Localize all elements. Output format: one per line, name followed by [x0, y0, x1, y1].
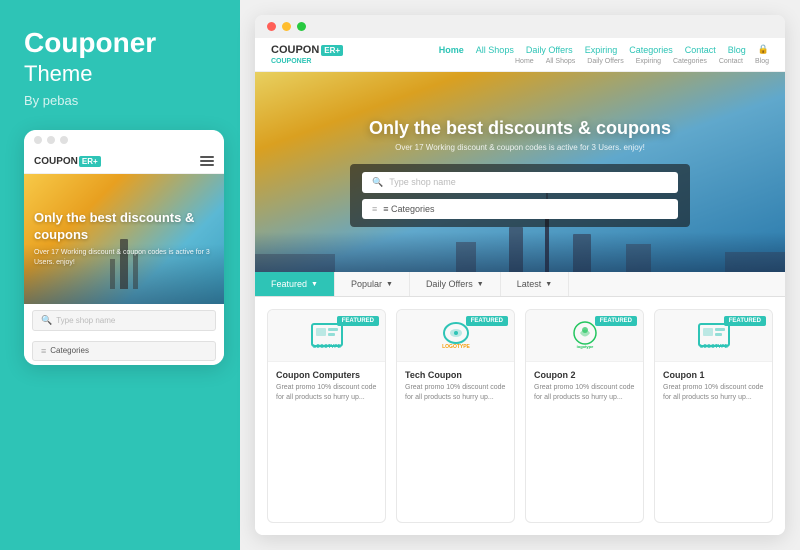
- card-3-desc: Great promo 10% discount code for all pr…: [534, 383, 635, 403]
- desktop-hero: Only the best discounts & coupons Over 1…: [255, 72, 785, 272]
- card-1-image: LOGOTYPE FEATURED: [268, 310, 385, 362]
- desktop-logo: COUPON ER+: [271, 44, 343, 56]
- titlebar-dot-red: [267, 22, 276, 31]
- titlebar-dot-green: [297, 22, 306, 31]
- theme-title: Couponer: [24, 28, 216, 59]
- nav-links-group: Home All Shops Daily Offers Expiring Cat…: [439, 44, 769, 65]
- coupon-card-4: LOGOTYPE FEATURED Coupon 1 Great promo 1…: [654, 309, 773, 523]
- mobile-dot-1: [34, 136, 42, 144]
- nav-sub-contact: Contact: [719, 58, 743, 65]
- card-4-desc: Great promo 10% discount code for all pr…: [663, 383, 764, 403]
- card-3-title: Coupon 2: [534, 370, 635, 380]
- svg-text:LOGOTYPE: LOGOTYPE: [442, 344, 470, 350]
- tab-daily-offers-chevron: ▼: [477, 281, 484, 288]
- nav-sub-expiring: Expiring: [636, 58, 661, 65]
- coupon-card-3: logotype FEATURED Coupon 2 Great promo 1…: [525, 309, 644, 523]
- hero-subtitle: Over 17 Working discount & coupon codes …: [395, 143, 645, 152]
- list-icon: ≡: [41, 346, 46, 356]
- tab-featured-chevron: ▼: [311, 281, 318, 288]
- nav-link-blog[interactable]: Blog: [728, 45, 746, 55]
- desktop-nav: COUPON ER+ COUPONER Home All Shops Daily…: [255, 38, 785, 72]
- cards-row: LOGOTYPE FEATURED Coupon Computers Great…: [255, 297, 785, 535]
- mobile-mockup: COUPON ER+ Only the best discounts & cou…: [24, 130, 224, 365]
- card-4-image: LOGOTYPE FEATURED: [655, 310, 772, 362]
- featured-badge-3: FEATURED: [595, 316, 637, 326]
- nav-sub-home: Home: [515, 58, 534, 65]
- right-panel: COUPON ER+ COUPONER Home All Shops Daily…: [240, 0, 800, 550]
- mobile-search-section: 🔍 Type shop name: [24, 304, 224, 337]
- nav-link-home[interactable]: Home: [439, 45, 464, 55]
- hero-overlay: [255, 232, 785, 272]
- theme-subtitle: Theme: [24, 61, 216, 87]
- svg-text:LOGOTYPE: LOGOTYPE: [313, 344, 341, 350]
- coupon-card-1: LOGOTYPE FEATURED Coupon Computers Great…: [267, 309, 386, 523]
- nav-link-dailyoffers[interactable]: Daily Offers: [526, 45, 573, 55]
- desktop-titlebar: [255, 15, 785, 38]
- card-3-body: Coupon 2 Great promo 10% discount code f…: [526, 362, 643, 522]
- hero-search-input[interactable]: 🔍 Type shop name: [362, 172, 678, 193]
- tabs-row: Featured ▼ Popular ▼ Daily Offers ▼ Late…: [255, 272, 785, 297]
- tab-daily-offers[interactable]: Daily Offers ▼: [410, 272, 501, 296]
- mobile-search-input[interactable]: 🔍 Type shop name: [32, 310, 216, 331]
- nav-sub-categories: Categories: [673, 58, 707, 65]
- search-icon: 🔍: [41, 315, 52, 326]
- hamburger-icon[interactable]: [200, 156, 214, 166]
- tab-latest[interactable]: Latest ▼: [501, 272, 569, 296]
- svg-text:logotype: logotype: [576, 344, 593, 349]
- card-2-image: LOGOTYPE FEATURED: [397, 310, 514, 362]
- nav-link-allshops[interactable]: All Shops: [476, 45, 514, 55]
- mobile-hero: Only the best discounts & coupons Over 1…: [24, 174, 224, 304]
- theme-author: By pebas: [24, 93, 216, 108]
- tab-latest-chevron: ▼: [545, 281, 552, 288]
- card-2-title: Tech Coupon: [405, 370, 506, 380]
- nav-links-primary: Home All Shops Daily Offers Expiring Cat…: [439, 44, 769, 55]
- card-2-body: Tech Coupon Great promo 10% discount cod…: [397, 362, 514, 522]
- hero-title: Only the best discounts & coupons: [369, 118, 671, 139]
- hero-search-box: 🔍 Type shop name ≡ ≡ Categories: [350, 164, 690, 227]
- mobile-categories-section: ≡ Categories: [24, 337, 224, 365]
- nav-sub-blog: Blog: [755, 58, 769, 65]
- tab-popular-chevron: ▼: [386, 281, 393, 288]
- card-1-body: Coupon Computers Great promo 10% discoun…: [268, 362, 385, 522]
- svg-text:LOGOTYPE: LOGOTYPE: [700, 344, 728, 350]
- mobile-logo: COUPON ER+: [34, 156, 101, 167]
- featured-badge-2: FEATURED: [466, 316, 508, 326]
- card-1-desc: Great promo 10% discount code for all pr…: [276, 383, 377, 403]
- mobile-categories-input[interactable]: ≡ Categories: [32, 341, 216, 361]
- desktop-mockup: COUPON ER+ COUPONER Home All Shops Daily…: [255, 15, 785, 535]
- nav-link-categories[interactable]: Categories: [629, 45, 673, 55]
- tab-featured[interactable]: Featured ▼: [255, 272, 335, 296]
- coupon-card-2: LOGOTYPE FEATURED Tech Coupon Great prom…: [396, 309, 515, 523]
- nav-sub-dailyoffers: Daily Offers: [587, 58, 623, 65]
- nav-sub-allshops: All Shops: [546, 58, 576, 65]
- titlebar-dot-yellow: [282, 22, 291, 31]
- nav-link-contact[interactable]: Contact: [685, 45, 716, 55]
- mobile-hero-text: Only the best discounts & coupons Over 1…: [24, 200, 224, 277]
- featured-badge-4: FEATURED: [724, 316, 766, 326]
- desktop-logo-sub: COUPONER: [271, 58, 343, 65]
- card-2-desc: Great promo 10% discount code for all pr…: [405, 383, 506, 403]
- card-4-body: Coupon 1 Great promo 10% discount code f…: [655, 362, 772, 522]
- nav-links-secondary: Home All Shops Daily Offers Expiring Cat…: [515, 58, 769, 65]
- tab-popular[interactable]: Popular ▼: [335, 272, 410, 296]
- mobile-dot-3: [60, 136, 68, 144]
- card-1-title: Coupon Computers: [276, 370, 377, 380]
- lock-icon: 🔒: [758, 44, 769, 55]
- mobile-dot-2: [47, 136, 55, 144]
- desktop-logo-group: COUPON ER+ COUPONER: [271, 44, 343, 65]
- categories-icon: ≡: [372, 204, 377, 214]
- search-icon-desktop: 🔍: [372, 177, 383, 188]
- hero-categories-input[interactable]: ≡ ≡ Categories: [362, 199, 678, 219]
- mobile-titlebar: [24, 130, 224, 150]
- nav-link-expiring[interactable]: Expiring: [585, 45, 618, 55]
- card-3-image: logotype FEATURED: [526, 310, 643, 362]
- card-4-title: Coupon 1: [663, 370, 764, 380]
- left-panel: Couponer Theme By pebas COUPON ER+: [0, 0, 240, 550]
- mobile-nav: COUPON ER+: [24, 150, 224, 174]
- featured-badge-1: FEATURED: [337, 316, 379, 326]
